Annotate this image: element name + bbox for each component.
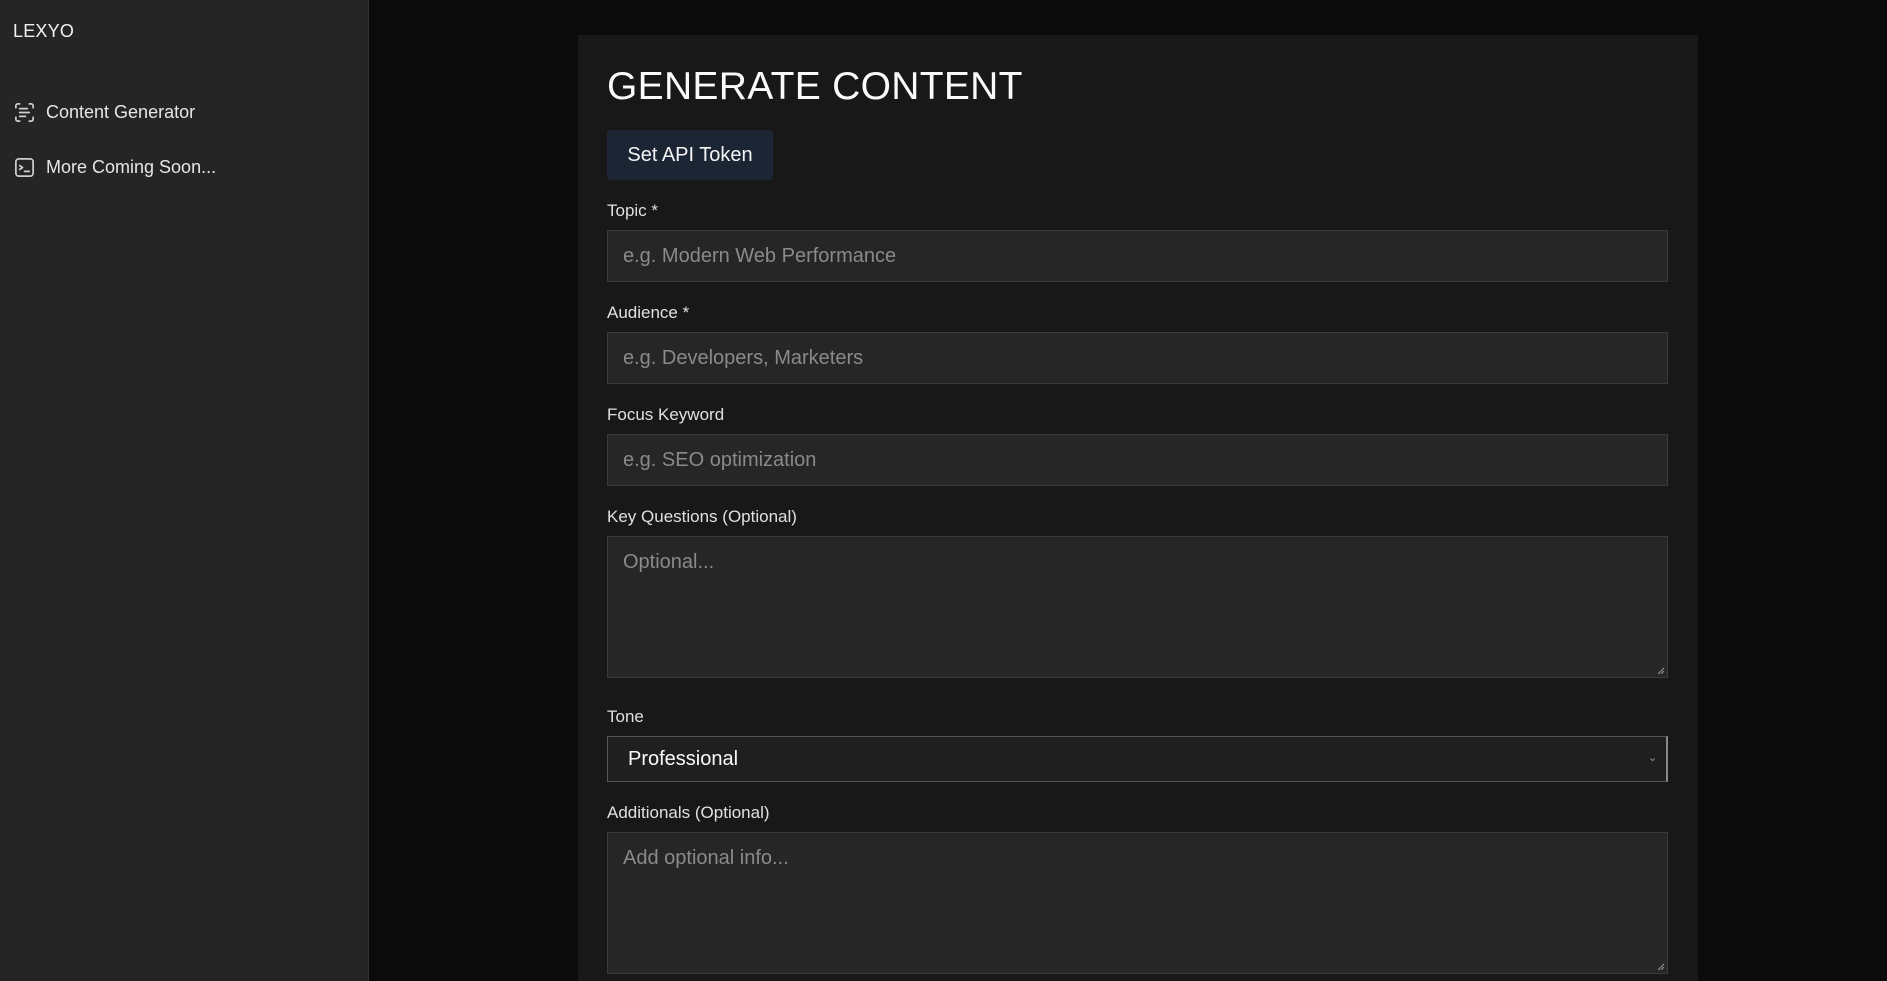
audience-label: Audience *	[607, 303, 690, 322]
scan-text-icon	[13, 101, 36, 124]
topic-label: Topic *	[607, 201, 659, 220]
resize-handle-icon[interactable]	[1657, 667, 1665, 675]
generate-form-panel: GENERATE CONTENT Set API Token Topic * e…	[578, 35, 1698, 981]
set-api-token-button[interactable]: Set API Token	[607, 130, 773, 180]
key-questions-placeholder: Optional...	[623, 551, 715, 573]
sidebar-item-more-coming-soon[interactable]: More Coming Soon...	[13, 153, 216, 181]
audience-placeholder: e.g. Developers, Marketers	[623, 346, 864, 369]
tone-label: Tone	[607, 707, 644, 726]
key-questions-label: Key Questions (Optional)	[607, 507, 797, 526]
resize-handle-icon[interactable]	[1657, 963, 1665, 971]
sidebar-item-label: Content Generator	[46, 101, 196, 122]
main-content: GENERATE CONTENT Set API Token Topic * e…	[370, 0, 1887, 981]
tone-select[interactable]: Professional ⌄	[607, 736, 1668, 782]
brand-logo[interactable]: LEXYO	[13, 21, 74, 42]
tone-selected-value: Professional	[628, 747, 739, 770]
topic-input[interactable]: e.g. Modern Web Performance	[607, 230, 1668, 282]
additionals-label: Additionals (Optional)	[607, 803, 770, 822]
page-title: GENERATE CONTENT	[607, 65, 1023, 108]
focus-keyword-placeholder: e.g. SEO optimization	[623, 448, 817, 471]
focus-keyword-label: Focus Keyword	[607, 405, 725, 424]
key-questions-textarea[interactable]: Optional...	[607, 536, 1668, 678]
additionals-textarea[interactable]: Add optional info...	[607, 832, 1668, 974]
focus-keyword-input[interactable]: e.g. SEO optimization	[607, 434, 1668, 486]
sidebar-item-label: More Coming Soon...	[46, 156, 217, 177]
sidebar-item-content-generator[interactable]: Content Generator	[13, 98, 195, 126]
chevron-down-icon: ⌄	[1648, 752, 1658, 764]
terminal-square-icon	[13, 156, 36, 179]
topic-placeholder: e.g. Modern Web Performance	[623, 244, 897, 267]
audience-input[interactable]: e.g. Developers, Marketers	[607, 332, 1668, 384]
sidebar: LEXYO Content Generator More Coming Soon…	[0, 0, 369, 981]
additionals-placeholder: Add optional info...	[623, 847, 789, 869]
